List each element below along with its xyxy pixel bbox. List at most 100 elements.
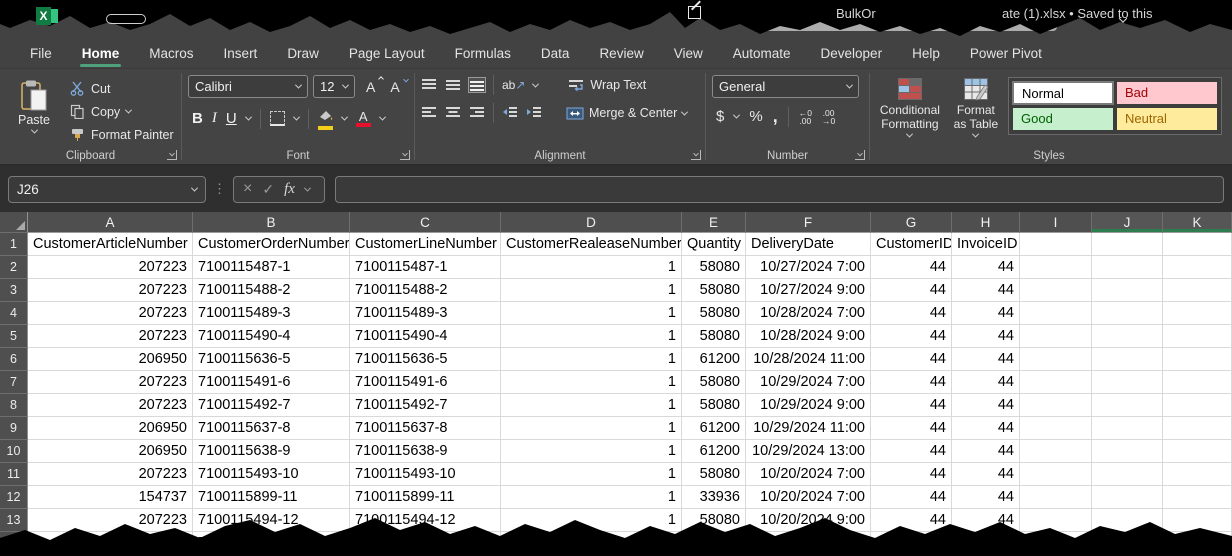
cell-I1[interactable] bbox=[1020, 233, 1092, 256]
cell-J3[interactable] bbox=[1092, 279, 1163, 302]
cell-E2[interactable]: 58080 bbox=[682, 256, 746, 279]
alignment-dialog-launcher[interactable] bbox=[691, 150, 701, 160]
cancel-icon[interactable]: × bbox=[243, 180, 252, 198]
underline-button[interactable]: U bbox=[226, 110, 237, 127]
cell-F14[interactable]: 10/20/2024 9:00 bbox=[746, 532, 871, 555]
cell-C8[interactable]: 7100115492-7 bbox=[350, 394, 501, 417]
cell-D14[interactable]: 1 bbox=[501, 532, 682, 555]
cell-H13[interactable]: 44 bbox=[952, 509, 1020, 532]
cell-D12[interactable]: 1 bbox=[501, 486, 682, 509]
row-header-7[interactable]: 7 bbox=[0, 371, 28, 394]
cell-K12[interactable] bbox=[1163, 486, 1232, 509]
row-header-12[interactable]: 12 bbox=[0, 486, 28, 509]
cell-I13[interactable] bbox=[1020, 509, 1092, 532]
cell-H1[interactable]: InvoiceID bbox=[952, 233, 1020, 256]
fill-color-chevron-down-icon[interactable] bbox=[341, 114, 348, 121]
cell-A12[interactable]: 154737 bbox=[28, 486, 193, 509]
cell-F9[interactable]: 10/29/2024 11:00 bbox=[746, 417, 871, 440]
row-header-9[interactable]: 9 bbox=[0, 417, 28, 440]
cell-F8[interactable]: 10/29/2024 9:00 bbox=[746, 394, 871, 417]
cell-F10[interactable]: 10/29/2024 13:00 bbox=[746, 440, 871, 463]
cell-E13[interactable]: 58080 bbox=[682, 509, 746, 532]
cell-G5[interactable]: 44 bbox=[871, 325, 952, 348]
decrease-indent-button[interactable] bbox=[502, 106, 518, 120]
autosave-toggle-remnant[interactable] bbox=[106, 14, 146, 24]
row-header-13[interactable]: 13 bbox=[0, 509, 28, 532]
cell-H4[interactable]: 44 bbox=[952, 302, 1020, 325]
cell-C11[interactable]: 7100115493-10 bbox=[350, 463, 501, 486]
align-left-button[interactable] bbox=[421, 106, 437, 120]
cell-G7[interactable]: 44 bbox=[871, 371, 952, 394]
tab-help[interactable]: Help bbox=[900, 42, 952, 67]
cell-K10[interactable] bbox=[1163, 440, 1232, 463]
cell-D10[interactable]: 1 bbox=[501, 440, 682, 463]
cell-K7[interactable] bbox=[1163, 371, 1232, 394]
cell-J5[interactable] bbox=[1092, 325, 1163, 348]
cell-F3[interactable]: 10/27/2024 9:00 bbox=[746, 279, 871, 302]
cell-B3[interactable]: 7100115488-2 bbox=[193, 279, 350, 302]
cell-C7[interactable]: 7100115491-6 bbox=[350, 371, 501, 394]
cell-D8[interactable]: 1 bbox=[501, 394, 682, 417]
column-header-K[interactable]: K bbox=[1163, 212, 1232, 233]
cell-A2[interactable]: 207223 bbox=[28, 256, 193, 279]
cell-F1[interactable]: DeliveryDate bbox=[746, 233, 871, 256]
cell-E9[interactable]: 61200 bbox=[682, 417, 746, 440]
cell-G11[interactable]: 44 bbox=[871, 463, 952, 486]
tab-draw[interactable]: Draw bbox=[275, 42, 331, 67]
cell-H2[interactable]: 44 bbox=[952, 256, 1020, 279]
cell-H3[interactable]: 44 bbox=[952, 279, 1020, 302]
cell-J1[interactable] bbox=[1092, 233, 1163, 256]
formula-input[interactable] bbox=[335, 176, 1224, 203]
row-header-11[interactable]: 11 bbox=[0, 463, 28, 486]
cell-I3[interactable] bbox=[1020, 279, 1092, 302]
cell-F12[interactable]: 10/20/2024 7:00 bbox=[746, 486, 871, 509]
cell-I14[interactable] bbox=[1020, 532, 1092, 555]
cell-E14[interactable]: 33936 bbox=[682, 532, 746, 555]
cell-H5[interactable]: 44 bbox=[952, 325, 1020, 348]
align-top-button[interactable] bbox=[421, 78, 437, 92]
cell-I10[interactable] bbox=[1020, 440, 1092, 463]
cell-B1[interactable]: CustomerOrderNumber bbox=[193, 233, 350, 256]
cell-I7[interactable] bbox=[1020, 371, 1092, 394]
cell-D3[interactable]: 1 bbox=[501, 279, 682, 302]
cell-K11[interactable] bbox=[1163, 463, 1232, 486]
bold-button[interactable]: B bbox=[192, 110, 203, 127]
cell-K4[interactable] bbox=[1163, 302, 1232, 325]
font-size-select[interactable]: 12 bbox=[313, 75, 355, 98]
borders-chevron-down-icon[interactable] bbox=[293, 114, 300, 121]
cell-B9[interactable]: 7100115637-8 bbox=[193, 417, 350, 440]
cell-C13[interactable]: 7100115494-12 bbox=[350, 509, 501, 532]
cell-J14[interactable] bbox=[1092, 532, 1163, 555]
cell-K8[interactable] bbox=[1163, 394, 1232, 417]
align-middle-button[interactable] bbox=[445, 78, 461, 92]
cell-G4[interactable]: 44 bbox=[871, 302, 952, 325]
row-header-4[interactable]: 4 bbox=[0, 302, 28, 325]
select-all-corner[interactable] bbox=[0, 212, 28, 233]
cell-H12[interactable]: 44 bbox=[952, 486, 1020, 509]
cell-G10[interactable]: 44 bbox=[871, 440, 952, 463]
decrease-decimal-button[interactable]: .00→0 bbox=[822, 109, 835, 125]
cell-E1[interactable]: Quantity bbox=[682, 233, 746, 256]
column-header-E[interactable]: E bbox=[682, 212, 746, 233]
cell-I6[interactable] bbox=[1020, 348, 1092, 371]
cell-K9[interactable] bbox=[1163, 417, 1232, 440]
increase-indent-button[interactable] bbox=[526, 106, 542, 120]
cell-K14[interactable] bbox=[1163, 532, 1232, 555]
cell-F2[interactable]: 10/27/2024 7:00 bbox=[746, 256, 871, 279]
cell-style-normal[interactable]: Normal bbox=[1013, 82, 1113, 104]
cell-C3[interactable]: 7100115488-2 bbox=[350, 279, 501, 302]
row-header-10[interactable]: 10 bbox=[0, 440, 28, 463]
tab-power-pivot[interactable]: Power Pivot bbox=[958, 42, 1054, 67]
cell-J11[interactable] bbox=[1092, 463, 1163, 486]
percent-format-button[interactable]: % bbox=[749, 108, 762, 125]
cell-A10[interactable]: 206950 bbox=[28, 440, 193, 463]
currency-chevron-down-icon[interactable] bbox=[733, 112, 740, 119]
borders-button[interactable] bbox=[270, 111, 285, 126]
cell-G3[interactable]: 44 bbox=[871, 279, 952, 302]
cell-C4[interactable]: 7100115489-3 bbox=[350, 302, 501, 325]
decrease-font-size-button[interactable]: A bbox=[390, 79, 399, 95]
cell-C12[interactable]: 7100115899-11 bbox=[350, 486, 501, 509]
cell-E11[interactable]: 58080 bbox=[682, 463, 746, 486]
cell-H7[interactable]: 44 bbox=[952, 371, 1020, 394]
cell-K6[interactable] bbox=[1163, 348, 1232, 371]
